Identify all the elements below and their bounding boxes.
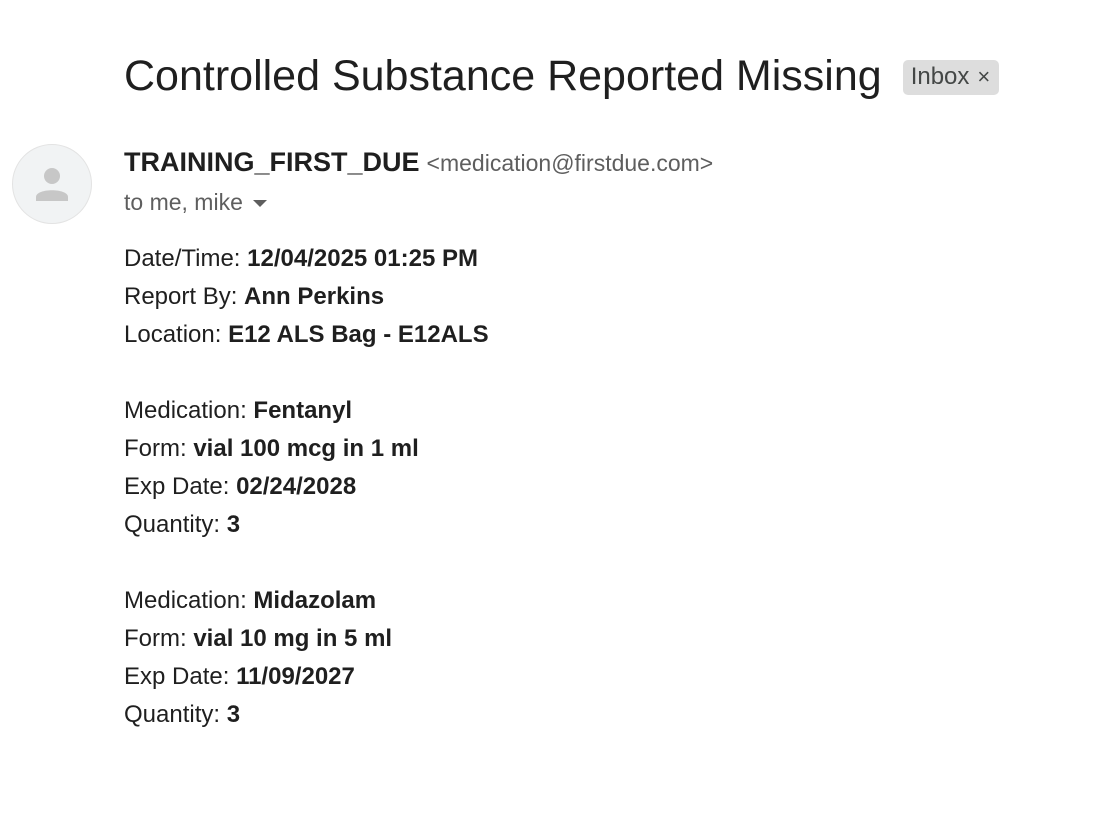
form-value: vial 100 mcg in 1 ml <box>193 435 419 462</box>
exp-date-value: 11/09/2027 <box>236 663 355 690</box>
recipients-row: to me, mike <box>124 189 267 216</box>
email-view: Controlled Substance Reported Missing In… <box>0 0 1106 840</box>
exp-date-line: Exp Date: 11/09/2027 <box>124 658 489 696</box>
sender-email: <medication@firstdue.com> <box>426 150 714 176</box>
location-line: Location: E12 ALS Bag - E12ALS <box>124 316 489 354</box>
medication-label: Medication: <box>124 397 254 424</box>
person-avatar-icon[interactable] <box>12 144 92 224</box>
quantity-value: 3 <box>226 701 241 728</box>
report-by-label: Report By: <box>124 283 245 310</box>
report-by-line: Report By: Ann Perkins <box>124 278 489 316</box>
inbox-label-text: Inbox <box>910 63 970 90</box>
avatar-silhouette <box>36 168 68 201</box>
email-body: Date/Time: 12/04/2025 01:25 PM Report By… <box>124 240 489 734</box>
quantity-label: Quantity: <box>124 511 227 538</box>
close-icon[interactable]: × <box>977 64 990 90</box>
email-subject: Controlled Substance Reported Missing <box>124 52 882 100</box>
exp-date-value: 02/24/2028 <box>236 473 357 500</box>
medication-line: Medication: Fentanyl <box>124 392 489 430</box>
chevron-down-icon[interactable] <box>252 200 267 207</box>
exp-date-label: Exp Date: <box>124 473 237 500</box>
quantity-line: Quantity: 3 <box>124 696 489 734</box>
form-label: Form: <box>124 625 194 652</box>
form-value: vial 10 mg in 5 ml <box>193 625 393 652</box>
medication-value: Fentanyl <box>253 397 353 424</box>
exp-date-label: Exp Date: <box>124 663 237 690</box>
inbox-label-chip[interactable]: Inbox × <box>902 59 1000 95</box>
quantity-label: Quantity: <box>124 701 227 728</box>
sender-row: TRAINING_FIRST_DUE <medication@firstdue.… <box>124 147 713 178</box>
location-value: E12 ALS Bag - E12ALS <box>228 321 489 348</box>
recipients-text: to me, mike <box>124 189 243 215</box>
form-label: Form: <box>124 435 194 462</box>
datetime-line: Date/Time: 12/04/2025 01:25 PM <box>124 240 489 278</box>
exp-date-line: Exp Date: 02/24/2028 <box>124 468 489 506</box>
subject-row: Controlled Substance Reported Missing In… <box>124 48 1000 104</box>
medication-value: Midazolam <box>253 587 377 614</box>
form-line: Form: vial 10 mg in 5 ml <box>124 620 489 658</box>
location-label: Location: <box>124 321 229 348</box>
quantity-line: Quantity: 3 <box>124 506 489 544</box>
datetime-value: 12/04/2025 01:25 PM <box>247 245 478 272</box>
sender-name[interactable]: TRAINING_FIRST_DUE <box>124 147 420 178</box>
report-by-value: Ann Perkins <box>244 283 385 310</box>
datetime-label: Date/Time: <box>124 245 248 272</box>
quantity-value: 3 <box>226 511 241 538</box>
medication-line: Medication: Midazolam <box>124 582 489 620</box>
form-line: Form: vial 100 mcg in 1 ml <box>124 430 489 468</box>
medication-label: Medication: <box>124 587 254 614</box>
